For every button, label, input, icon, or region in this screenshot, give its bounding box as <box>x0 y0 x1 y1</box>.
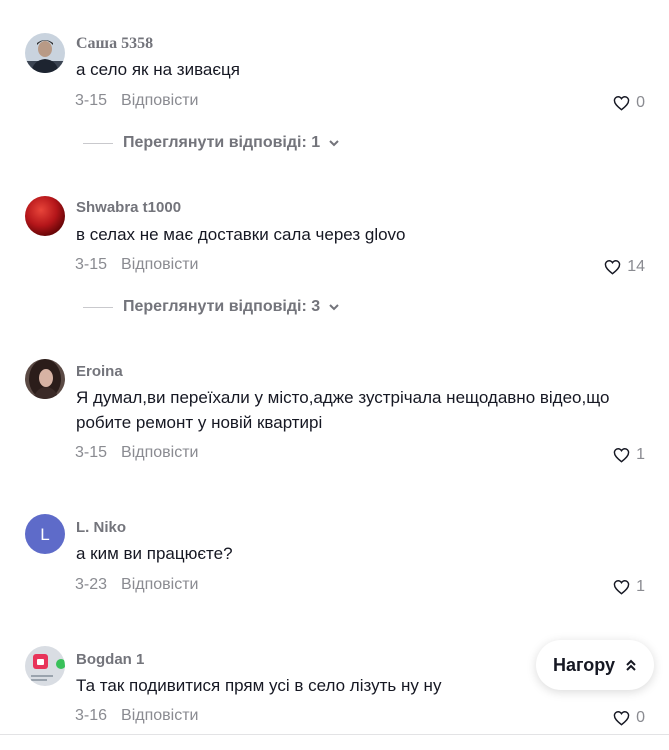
heart-icon <box>613 580 630 595</box>
reply-button[interactable]: Відповісти <box>121 707 198 724</box>
comment-text: Я думал,ви переїхали у місто,адже зустрі… <box>76 388 610 432</box>
comment-meta: 3-16 Відповісти <box>75 707 198 725</box>
like-count: 1 <box>636 446 645 463</box>
chevron-down-icon <box>329 140 339 147</box>
avatar-letter: L <box>40 525 49 544</box>
reply-button[interactable]: Відповісти <box>121 92 198 109</box>
avatar[interactable] <box>25 33 65 73</box>
comment-author[interactable]: Саша 5358 <box>76 35 153 53</box>
comment-text: Та так подивитися прям усі в село лізуть… <box>76 676 442 695</box>
comment-date: 3-23 <box>75 576 108 593</box>
comment-date: 3-15 <box>75 256 108 273</box>
heart-icon <box>604 260 621 275</box>
double-chevron-up-icon <box>626 659 636 671</box>
reply-button[interactable]: Відповісти <box>121 256 198 273</box>
chevron-down-icon <box>329 304 339 311</box>
comment-author[interactable]: L. Niko <box>76 519 126 536</box>
view-replies-label: Переглянути відповіді: 1 <box>123 134 321 151</box>
like-count: 14 <box>627 258 645 275</box>
avatar[interactable] <box>25 359 65 399</box>
comment-meta: 3-15 Відповісти <box>75 92 198 110</box>
comment-date: 3-16 <box>75 707 108 724</box>
comment-meta: 3-15 Відповісти <box>75 256 198 274</box>
bottom-divider <box>0 734 669 735</box>
comment-text: в селах не має доставки сала через glovo <box>76 225 406 244</box>
view-replies-button[interactable]: Переглянути відповіді: 1 <box>83 134 340 152</box>
like-count: 0 <box>636 94 645 111</box>
like-count: 1 <box>636 578 645 595</box>
like-button[interactable]: 1 <box>613 578 645 596</box>
like-button[interactable]: 0 <box>613 709 645 727</box>
comment-date: 3-15 <box>75 444 108 461</box>
comment-meta: 3-15 Відповісти <box>75 444 198 462</box>
reply-button[interactable]: Відповісти <box>121 444 198 461</box>
view-replies-button[interactable]: Переглянути відповіді: 3 <box>83 298 340 316</box>
scroll-to-top-label: Нагору <box>552 654 616 675</box>
comment-author[interactable]: Bogdan 1 <box>76 651 144 668</box>
like-button[interactable]: 0 <box>613 94 645 112</box>
avatar[interactable] <box>25 196 65 236</box>
heart-icon <box>613 711 630 726</box>
comment-text: а ким ви працюєте? <box>76 544 233 563</box>
heart-icon <box>613 96 630 111</box>
like-count: 0 <box>636 709 645 726</box>
like-button[interactable]: 14 <box>604 258 645 276</box>
comment-meta: 3-23 Відповісти <box>75 576 198 594</box>
comment-date: 3-15 <box>75 92 108 109</box>
heart-icon <box>613 448 630 463</box>
reply-button[interactable]: Відповісти <box>121 576 198 593</box>
scroll-to-top-button[interactable]: Нагору <box>536 640 654 690</box>
comment-author[interactable]: Shwabra t1000 <box>76 199 181 216</box>
like-button[interactable]: 1 <box>613 446 645 464</box>
divider-line <box>83 142 113 144</box>
avatar[interactable]: L <box>25 514 65 554</box>
avatar[interactable] <box>25 646 65 686</box>
view-replies-label: Переглянути відповіді: 3 <box>123 298 321 315</box>
divider-line <box>83 306 113 308</box>
comment-text: а село як на зиваєця <box>76 60 240 79</box>
comment-author[interactable]: Eroina <box>76 363 123 380</box>
